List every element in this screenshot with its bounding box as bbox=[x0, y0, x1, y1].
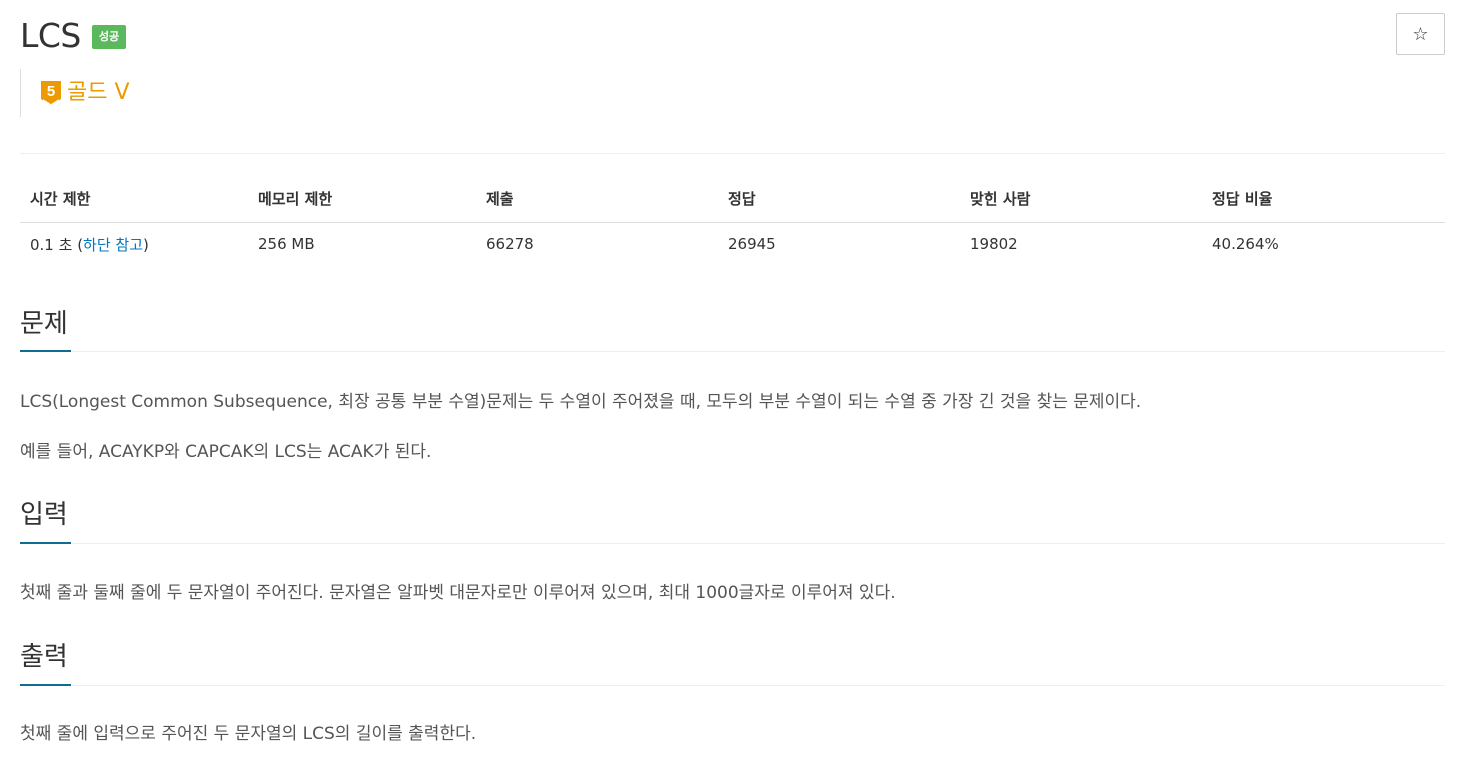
section-title-input: 입력 bbox=[20, 500, 68, 530]
time-limit-suffix: ) bbox=[143, 235, 149, 254]
cell-submissions: 66278 bbox=[486, 235, 534, 254]
star-icon: ☆ bbox=[1412, 23, 1429, 45]
time-limit-note-link[interactable]: 하단 참고 bbox=[83, 236, 143, 254]
section-underline bbox=[20, 350, 71, 352]
page-title: LCS bbox=[20, 16, 81, 55]
table-header-row: 시간 제한 메모리 제한 제출 정답 맞힌 사람 정답 비율 bbox=[20, 176, 1445, 223]
cell-solvers: 19802 bbox=[970, 235, 1018, 254]
cell-ratio: 40.264% bbox=[1212, 235, 1279, 254]
header-solvers: 맞힌 사람 bbox=[960, 176, 1202, 223]
table-row: 0.1 초 (하단 참고) 256 MB 66278 26945 19802 4… bbox=[20, 222, 1445, 266]
header-accepted: 정답 bbox=[718, 176, 960, 223]
section-underline bbox=[20, 542, 71, 544]
status-badge: 성공 bbox=[91, 25, 127, 49]
gold-tier-icon: 5 bbox=[40, 80, 62, 107]
problem-example: 예를 들어, ACAYKP와 CAPCAK의 LCS는 ACAK가 된다. bbox=[20, 442, 432, 462]
tier-row: 5 골드 V bbox=[20, 69, 130, 117]
problem-description: LCS(Longest Common Subsequence, 최장 공통 부분… bbox=[20, 392, 1142, 412]
header-time-limit: 시간 제한 bbox=[20, 176, 248, 223]
section-title-problem: 문제 bbox=[20, 309, 68, 339]
tier-number: 5 bbox=[47, 83, 55, 100]
cell-accepted: 26945 bbox=[728, 235, 776, 254]
cell-memory-limit: 256 MB bbox=[258, 235, 315, 254]
input-description: 첫째 줄과 둘째 줄에 두 문자열이 주어진다. 문자열은 알파벳 대문자로만 … bbox=[20, 583, 896, 603]
section-underline bbox=[20, 684, 71, 686]
header-submissions: 제출 bbox=[476, 176, 718, 223]
section-divider bbox=[71, 351, 1445, 352]
divider bbox=[20, 153, 1445, 154]
problem-info-table: 시간 제한 메모리 제한 제출 정답 맞힌 사람 정답 비율 0.1 초 (하단… bbox=[20, 176, 1445, 266]
cell-time-limit: 0.1 초 (하단 참고) bbox=[20, 222, 248, 266]
title-row: LCS 성공 bbox=[20, 14, 127, 58]
problem-page: LCS 성공 ☆ 5 골드 V 시간 제한 메모리 제한 제출 정답 맞힌 사람… bbox=[0, 0, 1467, 769]
section-title-output: 출력 bbox=[20, 642, 68, 672]
favorite-button[interactable]: ☆ bbox=[1396, 13, 1445, 55]
header-memory-limit: 메모리 제한 bbox=[248, 176, 476, 223]
output-description: 첫째 줄에 입력으로 주어진 두 문자열의 LCS의 길이를 출력한다. bbox=[20, 724, 477, 744]
section-divider bbox=[71, 685, 1445, 686]
section-divider bbox=[71, 543, 1445, 544]
header-ratio: 정답 비율 bbox=[1202, 176, 1445, 223]
tier-label: 골드 V bbox=[67, 80, 130, 105]
time-limit-value: 0.1 초 ( bbox=[30, 235, 84, 254]
